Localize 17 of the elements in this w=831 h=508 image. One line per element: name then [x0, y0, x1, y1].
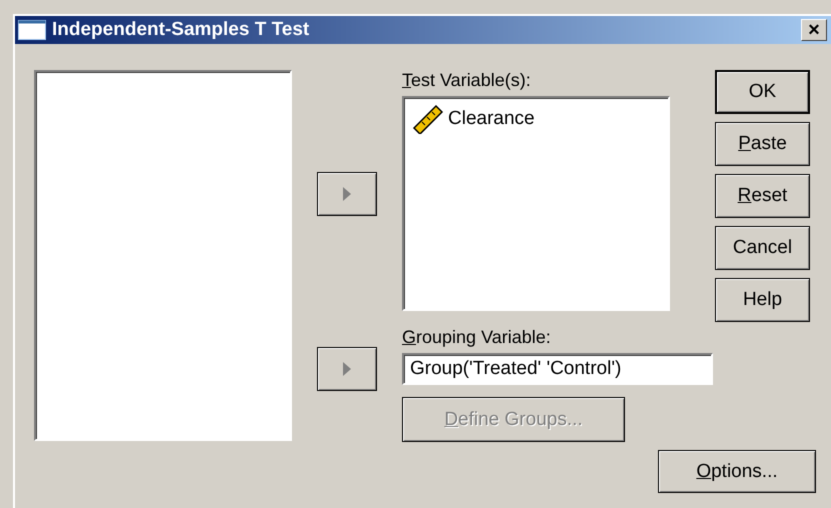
dialog-button[interactable]: OK [715, 70, 810, 114]
dialog-button[interactable]: Help [715, 278, 810, 322]
dialog-button[interactable]: Reset [715, 174, 810, 218]
test-variables-label: Test Variable(s): [402, 70, 532, 92]
arrow-right-icon [343, 187, 351, 201]
list-item[interactable]: Clearance [448, 108, 535, 130]
window-title: Independent-Samples T Test [52, 19, 310, 41]
grouping-variable-field[interactable]: Group('Treated' 'Control') [402, 353, 713, 385]
options-button[interactable]: Options... [658, 450, 816, 493]
window-icon [18, 20, 46, 40]
grouping-variable-label: Grouping Variable: [402, 327, 552, 349]
dialog-button[interactable]: Paste [715, 122, 810, 166]
arrow-right-icon [343, 362, 351, 376]
close-button[interactable]: × [801, 19, 827, 41]
ruler-icon [412, 104, 444, 134]
test-variables-list[interactable]: Clearance [402, 96, 670, 311]
dialog-button[interactable]: Cancel [715, 226, 810, 270]
